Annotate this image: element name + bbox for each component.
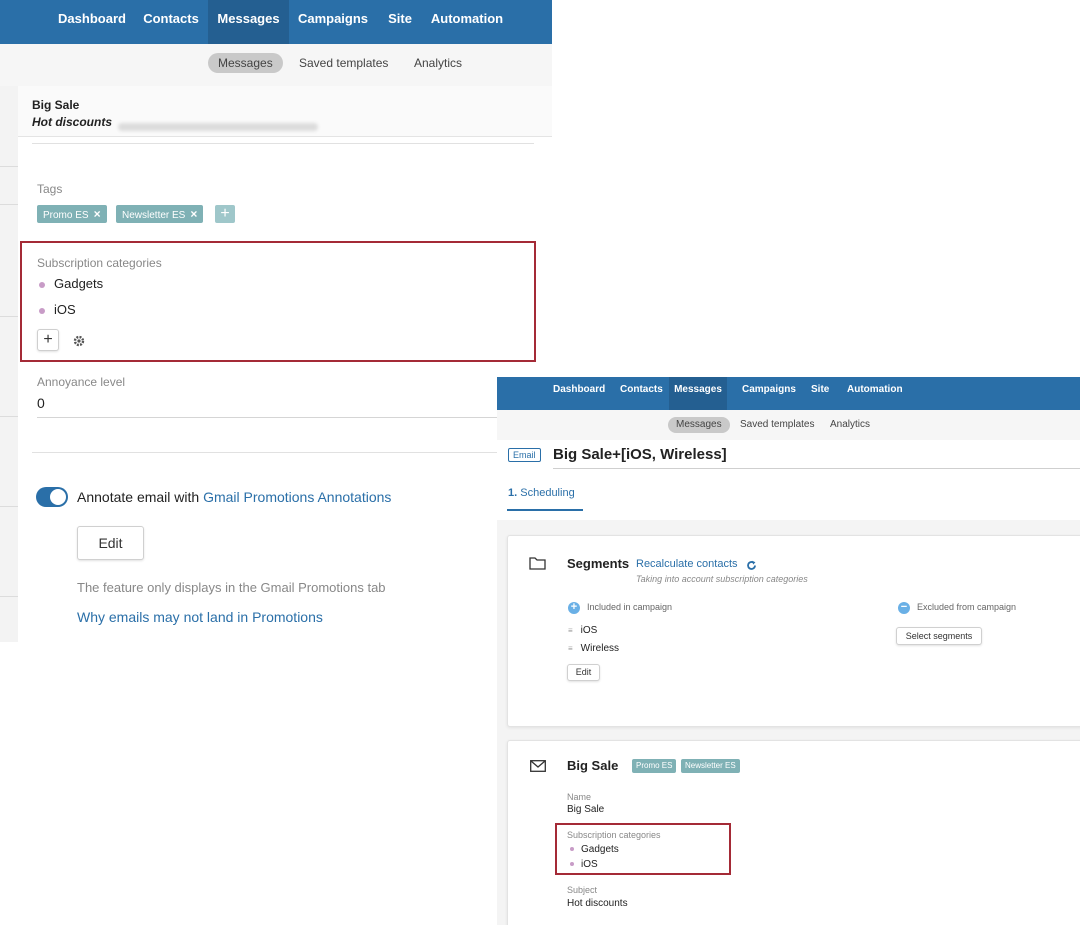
segments-card: Segments Recalculate contacts Taking int…: [507, 535, 1080, 727]
name-value: Big Sale: [567, 804, 605, 815]
nav-messages[interactable]: Messages: [669, 377, 727, 410]
toggle-knob: [50, 489, 66, 505]
bullet-icon: [570, 847, 574, 852]
step-number: 1.: [508, 487, 518, 499]
subscription-categories-label: Subscription categories: [567, 830, 661, 840]
edit-segments-button[interactable]: Edit: [567, 664, 600, 681]
top-nav: Dashboard Contacts Messages Campaigns Si…: [497, 377, 1080, 410]
select-segments-button[interactable]: Select segments: [896, 627, 982, 645]
subnav-analytics[interactable]: Analytics: [830, 417, 870, 433]
tag-newsletter-es: Newsletter ES ×: [116, 205, 204, 223]
name-label: Name: [567, 792, 592, 802]
category-label: iOS: [581, 859, 598, 870]
minus-circle-icon: −: [898, 602, 910, 614]
annoyance-value[interactable]: 0: [37, 395, 45, 411]
nav-dashboard[interactable]: Dashboard: [52, 0, 132, 44]
bullet-icon: [570, 862, 574, 867]
message-header: Big Sale Hot discounts: [18, 86, 552, 137]
category-label: iOS: [54, 302, 76, 317]
message-panel: Big Sale Hot discounts Tags Promo ES × Ne…: [18, 86, 552, 642]
subnav-messages[interactable]: Messages: [668, 417, 730, 433]
folder-icon: [529, 556, 546, 575]
segments-title: Segments: [567, 556, 630, 571]
email-badge: Email: [508, 448, 541, 462]
nav-automation[interactable]: Automation: [847, 377, 903, 410]
subnav-saved-templates[interactable]: Saved templates: [740, 417, 815, 433]
sidebar-gutter: [0, 86, 19, 642]
tab-underline: [507, 509, 583, 511]
included-item: ≡ Wireless: [568, 643, 619, 654]
plus-circle-icon: +: [568, 602, 580, 614]
recalculate-link[interactable]: Recalculate contacts: [636, 558, 738, 570]
subnav-saved-templates[interactable]: Saved templates: [299, 53, 388, 73]
campaign-header: Email Big Sale+[iOS, Wireless] 1. Schedu…: [497, 440, 1080, 520]
subject-value: Hot discounts: [567, 898, 628, 909]
feature-note: The feature only displays in the Gmail P…: [77, 580, 386, 595]
help-link[interactable]: Why emails may not land in Promotions: [77, 609, 323, 625]
gmail-annotations-link[interactable]: Gmail Promotions Annotations: [203, 489, 391, 505]
tag-promo-es: Promo ES ×: [37, 205, 107, 223]
close-icon[interactable]: ×: [190, 207, 197, 221]
list-icon: ≡: [568, 626, 573, 635]
subnav-analytics[interactable]: Analytics: [414, 53, 462, 73]
message-subject: Hot discounts: [32, 115, 112, 129]
add-tag-button[interactable]: +: [215, 205, 235, 223]
category-label: Gadgets: [581, 844, 619, 855]
step-label: Scheduling: [520, 487, 575, 499]
campaign-title[interactable]: Big Sale+[iOS, Wireless]: [553, 446, 727, 463]
tags-label: Tags: [37, 182, 63, 196]
annotate-toggle[interactable]: [36, 487, 68, 507]
nav-campaigns[interactable]: Campaigns: [292, 0, 374, 44]
sender-email-blurred: [118, 118, 318, 136]
sub-nav: Messages Saved templates Analytics: [497, 410, 1080, 440]
add-category-button[interactable]: +: [37, 329, 59, 351]
nav-site[interactable]: Site: [811, 377, 829, 410]
nav-messages[interactable]: Messages: [208, 0, 289, 44]
segment-label: Wireless: [580, 643, 620, 654]
tag-newsletter-es: Newsletter ES: [681, 759, 740, 773]
tab-scheduling[interactable]: 1. Scheduling: [508, 487, 575, 499]
category-item: iOS: [39, 302, 76, 317]
nav-campaigns[interactable]: Campaigns: [742, 377, 796, 410]
subscription-categories-label: Subscription categories: [37, 256, 162, 270]
category-item: Gadgets: [570, 844, 619, 855]
tag-label: Newsletter ES: [122, 210, 186, 221]
close-icon[interactable]: ×: [94, 207, 101, 221]
included-item: ≡ iOS: [568, 625, 597, 636]
gear-icon[interactable]: [73, 334, 85, 352]
tag-label: Promo ES: [43, 210, 89, 221]
annoyance-label: Annoyance level: [37, 375, 126, 389]
tag-promo-es: Promo ES: [632, 759, 677, 773]
nav-dashboard[interactable]: Dashboard: [553, 377, 605, 410]
bullet-icon: [39, 281, 45, 288]
sub-nav: Messages Saved templates Analytics: [0, 44, 552, 87]
subnav-messages[interactable]: Messages: [208, 53, 283, 73]
nav-automation[interactable]: Automation: [426, 0, 508, 44]
category-item: iOS: [570, 859, 598, 870]
category-item: Gadgets: [39, 276, 103, 291]
left-screenshot: Dashboard Contacts Messages Campaigns Si…: [0, 0, 552, 642]
annotate-label: Annotate email with Gmail Promotions Ann…: [77, 489, 391, 505]
envelope-icon: [530, 759, 546, 777]
message-title: Big Sale: [32, 98, 80, 112]
subject-label: Subject: [567, 885, 598, 895]
nav-contacts[interactable]: Contacts: [136, 0, 206, 44]
list-icon: ≡: [568, 644, 573, 653]
nav-contacts[interactable]: Contacts: [620, 377, 663, 410]
category-label: Gadgets: [54, 276, 104, 291]
included-label: Included in campaign: [587, 602, 673, 612]
annotate-text: Annotate email with: [77, 489, 200, 505]
nav-site[interactable]: Site: [382, 0, 418, 44]
message-card: Big Sale Promo ES Newsletter ES Name Big…: [507, 740, 1080, 925]
excluded-label: Excluded from campaign: [917, 602, 1017, 612]
message-card-title: Big Sale: [567, 758, 619, 773]
right-screenshot: Dashboard Contacts Messages Campaigns Si…: [497, 377, 1080, 925]
bullet-icon: [39, 307, 45, 314]
top-nav: Dashboard Contacts Messages Campaigns Si…: [0, 0, 552, 44]
edit-button[interactable]: Edit: [77, 526, 144, 560]
segment-label: iOS: [580, 625, 598, 636]
recalculate-note: Taking into account subscription categor…: [636, 574, 808, 584]
